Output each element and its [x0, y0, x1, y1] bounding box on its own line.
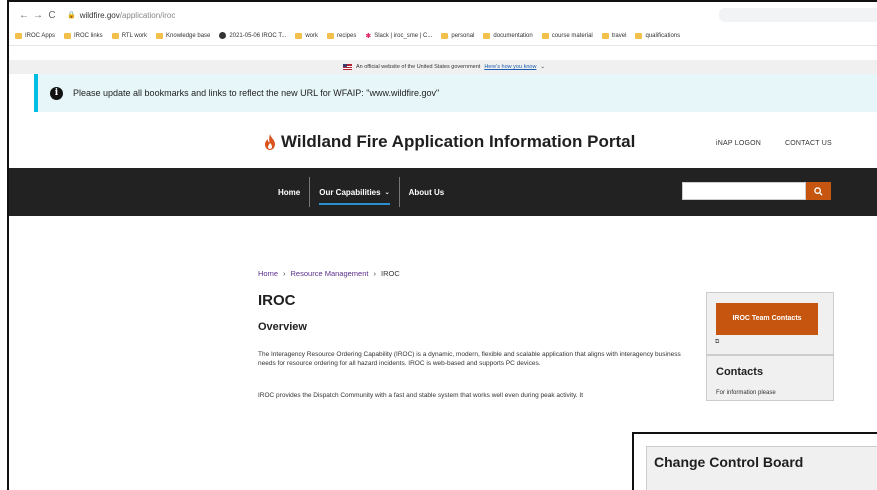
- bookmark-item[interactable]: course material: [541, 32, 593, 39]
- bookmarks-bar: IROC Apps IROC links RTL work Knowledge …: [9, 26, 877, 46]
- team-contacts-card: IROC Team Contacts ⧉: [706, 292, 834, 355]
- breadcrumb-current: IROC: [380, 269, 400, 278]
- overview-paragraph-2: IROC provides the Dispatch Community wit…: [258, 392, 584, 399]
- url-host: wildfire.gov: [79, 10, 120, 20]
- url-field[interactable]: 🔒 wildfire.gov/application/iroc: [67, 11, 175, 20]
- gov-banner: An official website of the United States…: [9, 60, 877, 74]
- back-icon[interactable]: ←: [17, 10, 31, 21]
- url-path: /application/iroc: [119, 10, 176, 20]
- lock-icon: 🔒: [67, 12, 76, 19]
- folder-icon: [541, 32, 549, 39]
- globe-icon: [219, 32, 227, 39]
- section-title: Overview: [258, 321, 307, 333]
- search-input[interactable]: [682, 182, 806, 200]
- bookmark-item[interactable]: work: [295, 32, 318, 39]
- bookmark-item[interactable]: recipes: [327, 32, 356, 39]
- breadcrumb-resource-management[interactable]: Resource Management: [291, 269, 369, 278]
- folder-icon: [156, 32, 164, 39]
- folder-icon: [64, 32, 72, 39]
- search-button[interactable]: [806, 182, 831, 200]
- folder-icon: [601, 32, 609, 39]
- browser-toolbar-area: [719, 8, 877, 22]
- breadcrumb-separator: ›: [373, 269, 376, 278]
- contacts-title: Contacts: [716, 366, 764, 378]
- breadcrumb-home[interactable]: Home: [258, 269, 278, 278]
- bookmark-item[interactable]: qualifications: [635, 32, 680, 39]
- external-link-icon: ⧉: [715, 339, 720, 345]
- gov-banner-text: An official website of the United States…: [355, 64, 481, 70]
- folder-icon: [15, 32, 22, 39]
- iroc-team-contacts-button[interactable]: IROC Team Contacts: [716, 303, 818, 335]
- chevron-down-icon[interactable]: ⌄: [540, 64, 545, 70]
- contact-us-link[interactable]: CONTACT US: [785, 140, 832, 147]
- address-bar-row: ← → C 🔒 wildfire.gov/application/iroc: [9, 4, 877, 26]
- contacts-card: Contacts For information please: [706, 355, 834, 401]
- browser-window: ← → C 🔒 wildfire.gov/application/iroc IR…: [7, 0, 877, 490]
- contacts-text: For information please: [716, 390, 776, 396]
- breadcrumb-separator: ›: [283, 269, 286, 278]
- forward-icon[interactable]: →: [31, 10, 45, 21]
- bookmark-item[interactable]: ✱ Slack | iroc_sme | C...: [365, 32, 432, 40]
- folder-icon: [327, 32, 334, 39]
- folder-icon: [111, 32, 119, 39]
- bookmark-item[interactable]: Knowledge base: [156, 32, 210, 39]
- breadcrumb: Home › Resource Management › IROC: [258, 269, 400, 278]
- page-title: IROC: [258, 292, 296, 309]
- alert-banner: i Please update all bookmarks and links …: [34, 74, 877, 112]
- folder-icon: [441, 32, 449, 39]
- bookmark-item[interactable]: RTL work: [111, 32, 147, 39]
- main-nav: Home Our Capabilities ⌄ About Us: [9, 168, 877, 216]
- flame-icon: [264, 134, 276, 150]
- us-flag-icon: [342, 64, 352, 70]
- overview-paragraph: The Interagency Resource Ordering Capabi…: [258, 351, 681, 367]
- bookmark-item[interactable]: IROC links: [64, 32, 103, 39]
- folder-icon: [295, 32, 303, 39]
- search-icon: [814, 186, 823, 196]
- change-control-board-title: Change Control Board: [654, 454, 804, 470]
- bookmark-item[interactable]: personal: [441, 32, 474, 39]
- site-title[interactable]: Wildland Fire Application Information Po…: [264, 132, 635, 152]
- folder-icon: [483, 32, 491, 39]
- reload-icon[interactable]: C: [45, 10, 59, 21]
- gov-banner-link[interactable]: Here's how you know: [484, 64, 536, 70]
- nav-item-home[interactable]: Home: [269, 177, 311, 207]
- alert-message: Please update all bookmarks and links to…: [73, 88, 440, 98]
- bookmark-item[interactable]: 2021-05-06 IROC T...: [219, 32, 286, 39]
- inap-logon-link[interactable]: iNAP LOGON: [716, 140, 761, 147]
- bookmark-item[interactable]: IROC Apps: [15, 32, 55, 39]
- slack-icon: ✱: [365, 32, 372, 40]
- bookmark-item[interactable]: travel: [601, 32, 626, 39]
- bookmark-item[interactable]: documentation: [483, 32, 533, 39]
- info-icon: i: [50, 86, 63, 100]
- folder-icon: [635, 32, 643, 39]
- chevron-down-icon: ⌄: [384, 189, 390, 196]
- nav-item-about-us[interactable]: About Us: [400, 177, 454, 207]
- nav-item-our-capabilities[interactable]: Our Capabilities ⌄: [310, 177, 400, 207]
- zoom-inset: Change Control Board: [632, 432, 877, 490]
